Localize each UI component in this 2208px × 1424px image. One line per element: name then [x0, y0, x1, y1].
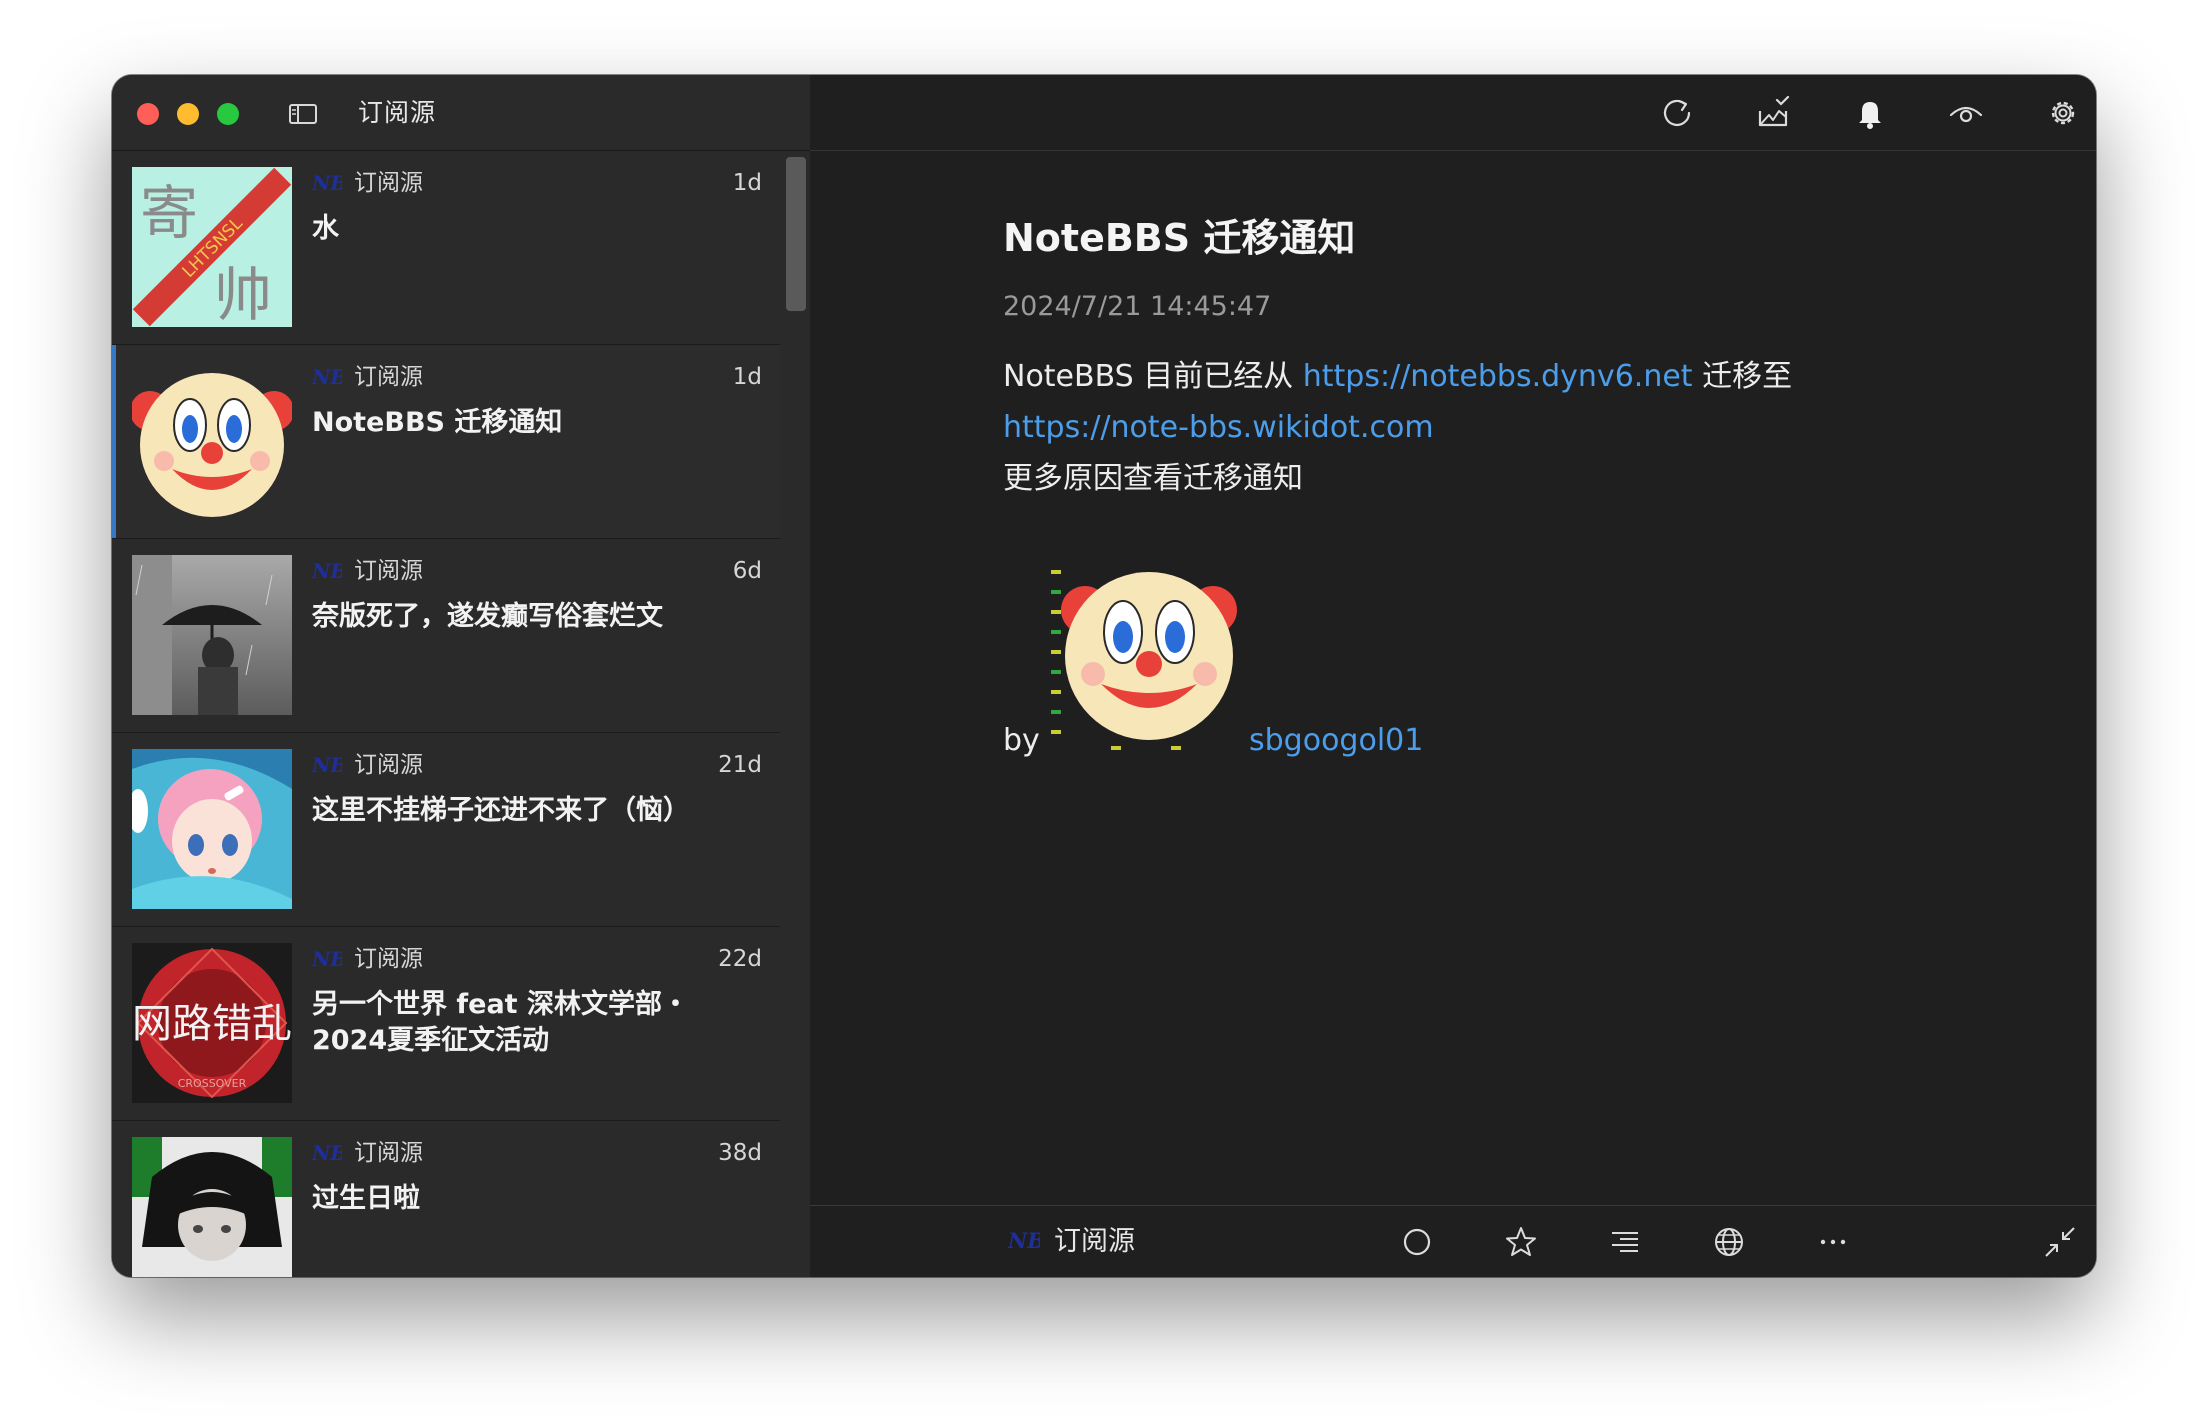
article-source-name[interactable]: 订阅源 — [1054, 1220, 1135, 1264]
feed-source-name: 订阅源 — [354, 170, 423, 196]
feed-title: 水 — [312, 213, 339, 244]
sidebar-toggle-icon[interactable] — [288, 99, 318, 129]
feed-source-logo-icon: NB — [1008, 1228, 1040, 1253]
feed-list-scrollbar[interactable] — [786, 157, 806, 311]
feed-time: 21d — [718, 752, 762, 778]
feed-source-name: 订阅源 — [354, 946, 423, 972]
more-icon[interactable] — [1815, 1224, 1851, 1260]
globe-icon[interactable] — [1711, 1224, 1747, 1260]
feed-source-logo-icon: NB — [312, 1141, 342, 1165]
feed-time: 1d — [732, 170, 762, 196]
feed-source-name: 订阅源 — [354, 364, 423, 390]
text-view-icon[interactable] — [1607, 1224, 1643, 1260]
crossover-title: 网路错乱 — [132, 1001, 292, 1047]
feed-time: 38d — [718, 1140, 762, 1166]
svg-text:NB: NB — [312, 753, 342, 777]
view-mode-icon[interactable] — [1948, 95, 1984, 131]
feed-list: 寄 帅 LHTSNSL NB 订阅源 1d 水 — [112, 151, 780, 1277]
refresh-icon[interactable] — [1659, 95, 1695, 131]
feed-meta: NB 订阅源 1d — [312, 165, 762, 201]
body-text: NoteBBS 目前已经从 — [1003, 359, 1303, 394]
feed-source-name: 订阅源 — [354, 1140, 423, 1166]
left-titlebar: 订阅源 — [112, 75, 810, 151]
feed-title: 过生日啦 — [312, 1183, 420, 1214]
anime-girl-thumbnail — [132, 749, 292, 909]
close-window-button[interactable] — [137, 103, 159, 125]
feed-source-logo-icon: NB — [312, 947, 342, 971]
feed-title: 这里不挂梯子还进不来了（恼） — [312, 795, 690, 826]
old-url-link[interactable]: https://notebbs.dynv6.net — [1303, 359, 1693, 394]
article-toolbar — [810, 75, 2096, 151]
mark-unread-circle-icon[interactable] — [1399, 1224, 1435, 1260]
feed-list-pane: 订阅源 寄 帅 LHTSNSL N 订阅源 1d 水 N 订阅源 1d Note… — [112, 75, 810, 1277]
article-body: NoteBBS 目前已经从 https://notebbs.dynv6.net … — [1003, 351, 1983, 504]
svg-text:NB: NB — [312, 559, 342, 583]
feed-source-name: 订阅源 — [354, 752, 423, 778]
article-date: 2024/7/21 14:45:47 — [1003, 291, 1272, 322]
calligraphy-char-a: 寄 — [140, 179, 198, 247]
svg-text:NB: NB — [1008, 1228, 1040, 1253]
app-window: 订阅源 寄 帅 LHTSNSL N 订阅源 1d 水 N 订阅源 1d Note… — [112, 75, 2096, 1277]
feed-time: 1d — [732, 364, 762, 390]
minimize-window-button[interactable] — [177, 103, 199, 125]
calligraphy-thumbnail: 寄 帅 LHTSNSL — [132, 167, 292, 327]
feed-time: 6d — [732, 558, 762, 584]
crossover-subtitle: CROSSOVER — [178, 1077, 247, 1090]
new-url-link[interactable]: https://note-bbs.wikidot.com — [1003, 410, 1434, 445]
star-icon[interactable] — [1503, 1224, 1539, 1260]
crossover-thumbnail: 网路错乱 CROSSOVER — [132, 943, 292, 1103]
feed-meta: NB 订阅源 22d — [312, 941, 762, 977]
notification-bell-icon[interactable] — [1852, 95, 1888, 131]
article-pane: NoteBBS 迁移通知 2024/7/21 14:45:47 NoteBBS … — [810, 75, 2096, 1277]
svg-text:NB: NB — [312, 1141, 342, 1165]
article-title: NoteBBS 迁移通知 — [1003, 216, 1356, 260]
feed-item[interactable]: 寄 帅 LHTSNSL NB 订阅源 1d 水 — [112, 151, 780, 345]
exit-fullscreen-icon[interactable] — [2042, 1224, 2078, 1260]
feed-meta: NB 订阅源 1d — [312, 359, 762, 395]
article-content: NoteBBS 迁移通知 2024/7/21 14:45:47 NoteBBS … — [1003, 215, 1983, 504]
feed-source-logo-icon: NB — [312, 559, 342, 583]
feed-item[interactable]: NB 订阅源 6d 奈版死了，遂发癫写俗套烂文 — [112, 539, 780, 733]
article-byline: by sbgoogol01 — [1003, 560, 1803, 765]
feed-item[interactable]: NB 订阅源 1d NoteBBS 迁移通知 — [112, 345, 780, 539]
feed-meta: NB 订阅源 6d — [312, 553, 762, 589]
body-text: 迁移至 — [1692, 359, 1793, 394]
feed-meta: NB 订阅源 21d — [312, 747, 762, 783]
maximize-window-button[interactable] — [217, 103, 239, 125]
svg-text:NB: NB — [312, 365, 342, 389]
settings-gear-icon[interactable] — [2045, 95, 2081, 131]
author-avatar — [1051, 560, 1243, 752]
umbrella-photo-thumbnail — [132, 555, 292, 715]
feed-item[interactable]: NB 订阅源 38d 过生日啦 — [112, 1121, 780, 1277]
feed-source-name: 订阅源 — [354, 558, 423, 584]
feed-meta: NB 订阅源 38d — [312, 1135, 762, 1171]
article-line-1: NoteBBS 目前已经从 https://notebbs.dynv6.net … — [1003, 351, 1983, 402]
mark-all-read-icon[interactable] — [1755, 95, 1791, 131]
window-title: 订阅源 — [358, 98, 437, 127]
feed-title: NoteBBS 迁移通知 — [312, 407, 563, 438]
article-bottom-bar: NB 订阅源 — [810, 1205, 2096, 1277]
feed-title: 奈版死了，遂发癫写俗套烂文 — [312, 601, 663, 632]
feed-item[interactable]: 网路错乱 CROSSOVER NB 订阅源 22d 另一个世界 feat 深林文… — [112, 927, 780, 1121]
feed-time: 22d — [718, 946, 762, 972]
calligraphy-char-b: 帅 — [214, 261, 272, 327]
by-label: by — [1003, 723, 1040, 758]
dark-hair-avatar-thumbnail — [132, 1137, 292, 1277]
svg-text:NB: NB — [312, 171, 342, 195]
article-line-3: 更多原因查看迁移通知 — [1003, 461, 1303, 496]
feed-source-logo-icon: NB — [312, 753, 342, 777]
svg-text:NB: NB — [312, 947, 342, 971]
feed-source-logo-icon: NB — [312, 365, 342, 389]
author-link[interactable]: sbgoogol01 — [1249, 721, 1423, 761]
feed-title: 另一个世界 feat 深林文学部・2024夏季征文活动 — [312, 989, 689, 1056]
clown-face-thumbnail — [132, 361, 292, 521]
feed-source-logo-icon: NB — [312, 171, 342, 195]
feed-item[interactable]: NB 订阅源 21d 这里不挂梯子还进不来了（恼） — [112, 733, 780, 927]
